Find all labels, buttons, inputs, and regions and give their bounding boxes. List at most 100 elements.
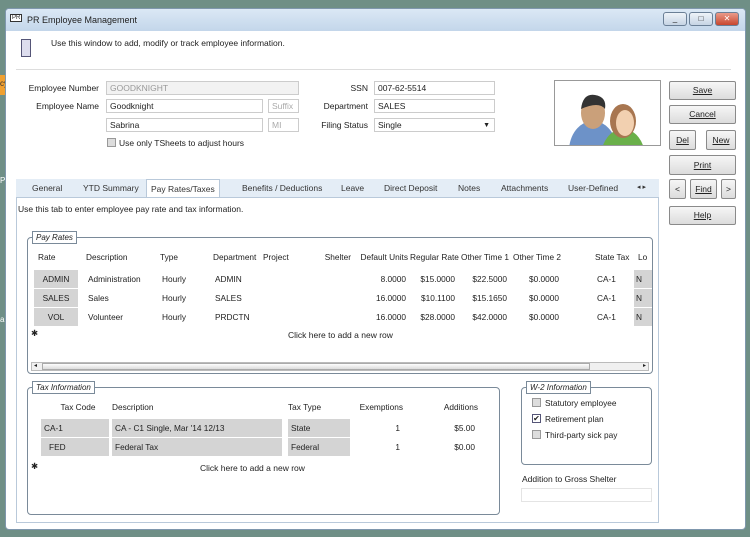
column-header[interactable]: Additions xyxy=(418,402,478,412)
table-row[interactable]: VOL Volunteer Hourly PRDCTN 16.0000 $28.0000 $… xyxy=(28,308,652,326)
help-button[interactable]: Help xyxy=(669,206,736,225)
table-cell[interactable] xyxy=(314,289,351,307)
delete-button[interactable]: Del xyxy=(669,130,696,150)
tab-scroll-arrows[interactable]: ◂ ▸ xyxy=(633,179,650,197)
table-cell[interactable]: $5.00 xyxy=(418,419,478,437)
scrollbar-thumb[interactable] xyxy=(42,363,590,370)
column-header[interactable]: Default Units xyxy=(353,252,409,262)
table-cell[interactable]: State xyxy=(288,419,350,437)
table-cell[interactable]: $10.1100 xyxy=(410,289,457,307)
maximize-button[interactable]: □ xyxy=(689,12,713,26)
next-button[interactable]: > xyxy=(721,179,736,199)
table-cell[interactable]: ADMIN xyxy=(34,270,78,288)
table-cell[interactable]: CA-1 xyxy=(595,270,637,288)
table-row[interactable]: SALES Sales Hourly SALES 16.0000 $10.1100 $15.… xyxy=(28,289,652,307)
table-cell[interactable]: SALES xyxy=(34,289,78,307)
tab-notes[interactable]: Notes xyxy=(454,179,484,197)
tab-leave[interactable]: Leave xyxy=(337,179,368,197)
column-header[interactable]: Shelter xyxy=(314,252,351,262)
table-cell[interactable]: 1 xyxy=(348,419,403,437)
table-cell[interactable]: FED xyxy=(41,438,109,456)
table-cell[interactable]: Administration xyxy=(86,270,156,288)
find-button[interactable]: Find xyxy=(690,179,717,199)
first-name-field[interactable]: Sabrina xyxy=(106,118,263,132)
table-cell[interactable]: Hourly xyxy=(160,289,210,307)
tab-attachments[interactable]: Attachments xyxy=(497,179,552,197)
table-cell[interactable]: $15.0000 xyxy=(410,270,457,288)
table-cell[interactable] xyxy=(263,308,311,326)
tab-benefits-deductions[interactable]: Benefits / Deductions xyxy=(238,179,326,197)
table-cell[interactable]: $0.00 xyxy=(418,438,478,456)
table-cell[interactable]: $0.0000 xyxy=(511,270,561,288)
column-header[interactable]: Regular Rate xyxy=(410,252,459,262)
w2-checkbox[interactable] xyxy=(532,430,541,439)
table-cell[interactable]: N xyxy=(634,289,652,307)
table-cell[interactable]: Federal Tax xyxy=(112,438,282,456)
table-cell[interactable]: 16.0000 xyxy=(353,289,408,307)
tab-user-defined[interactable]: User-Defined xyxy=(564,179,622,197)
column-header[interactable]: Department xyxy=(213,252,261,262)
column-header[interactable]: Project xyxy=(263,252,311,262)
table-cell[interactable]: CA-1 xyxy=(595,289,637,307)
table-cell[interactable] xyxy=(314,308,351,326)
table-cell[interactable]: Hourly xyxy=(160,308,210,326)
table-row[interactable]: CA-1 CA - C1 Single, Mar '14 12/13 State 1 $… xyxy=(28,419,498,437)
column-header[interactable]: Tax Code xyxy=(48,402,108,412)
table-cell[interactable]: $0.0000 xyxy=(511,308,561,326)
column-header[interactable]: Lo xyxy=(638,252,652,262)
print-button[interactable]: Print xyxy=(669,155,736,175)
column-header[interactable]: Description xyxy=(112,402,282,412)
table-cell[interactable]: ADMIN xyxy=(213,270,261,288)
employee-number-field[interactable]: GOODKNIGHT xyxy=(106,81,299,95)
close-button[interactable]: ✕ xyxy=(715,12,739,26)
tsheets-checkbox[interactable] xyxy=(107,138,116,147)
table-cell[interactable]: $28.0000 xyxy=(410,308,457,326)
table-cell[interactable]: $15.1650 xyxy=(459,289,509,307)
column-header[interactable]: State Tax xyxy=(595,252,637,262)
new-button[interactable]: New xyxy=(706,130,736,150)
table-cell[interactable]: $0.0000 xyxy=(511,289,561,307)
tab-general[interactable]: General xyxy=(28,179,66,197)
column-header[interactable]: Tax Type xyxy=(288,402,348,412)
table-cell[interactable]: Sales xyxy=(86,289,156,307)
table-cell[interactable]: $22.5000 xyxy=(459,270,509,288)
scroll-left-icon[interactable]: ◂ xyxy=(34,362,37,369)
filing-status-select[interactable]: Single ▼ xyxy=(374,118,495,132)
last-name-field[interactable]: Goodknight xyxy=(106,99,263,113)
w2-checkbox[interactable] xyxy=(532,398,541,407)
table-cell[interactable]: Hourly xyxy=(160,270,210,288)
table-cell[interactable]: N xyxy=(634,308,652,326)
table-cell[interactable]: PRDCTN xyxy=(213,308,261,326)
checkmark-checkbox[interactable]: ✔ xyxy=(532,414,541,423)
table-cell[interactable]: VOL xyxy=(34,308,78,326)
previous-button[interactable]: < xyxy=(669,179,686,199)
table-cell[interactable]: CA-1 xyxy=(41,419,109,437)
table-cell[interactable]: $42.0000 xyxy=(459,308,509,326)
minimize-button[interactable]: _ xyxy=(663,12,687,26)
table-cell[interactable]: CA-1 xyxy=(595,308,637,326)
column-header[interactable]: Other Time 2 xyxy=(511,252,561,262)
tax-add-row[interactable]: Click here to add a new row xyxy=(200,463,305,473)
addition-to-gross-shelter-field[interactable] xyxy=(521,488,652,502)
department-field[interactable]: SALES xyxy=(374,99,495,113)
table-cell[interactable]: SALES xyxy=(213,289,261,307)
column-header[interactable]: Description xyxy=(86,252,156,262)
ssn-field[interactable]: 007-62-5514 xyxy=(374,81,495,95)
table-cell[interactable]: 16.0000 xyxy=(353,308,408,326)
table-cell[interactable]: Federal xyxy=(288,438,350,456)
table-cell[interactable] xyxy=(314,270,351,288)
table-cell[interactable]: Volunteer xyxy=(86,308,156,326)
column-header[interactable]: Other Time 1 xyxy=(459,252,509,262)
table-cell[interactable]: N xyxy=(634,270,652,288)
table-cell[interactable]: 8.0000 xyxy=(353,270,408,288)
table-row[interactable]: FED Federal Tax Federal 1 $0.00 xyxy=(28,438,498,456)
table-cell[interactable]: CA - C1 Single, Mar '14 12/13 xyxy=(112,419,282,437)
table-cell[interactable] xyxy=(263,270,311,288)
column-header[interactable]: Rate xyxy=(38,252,78,262)
tab-pay-rates-taxes[interactable]: Pay Rates/Taxes xyxy=(146,179,220,198)
scroll-right-icon[interactable]: ▸ xyxy=(643,362,646,369)
table-cell[interactable] xyxy=(263,289,311,307)
tab-ytd-summary[interactable]: YTD Summary xyxy=(79,179,143,197)
pay-rates-add-row[interactable]: Click here to add a new row xyxy=(288,330,393,340)
save-button[interactable]: Save xyxy=(669,81,736,100)
